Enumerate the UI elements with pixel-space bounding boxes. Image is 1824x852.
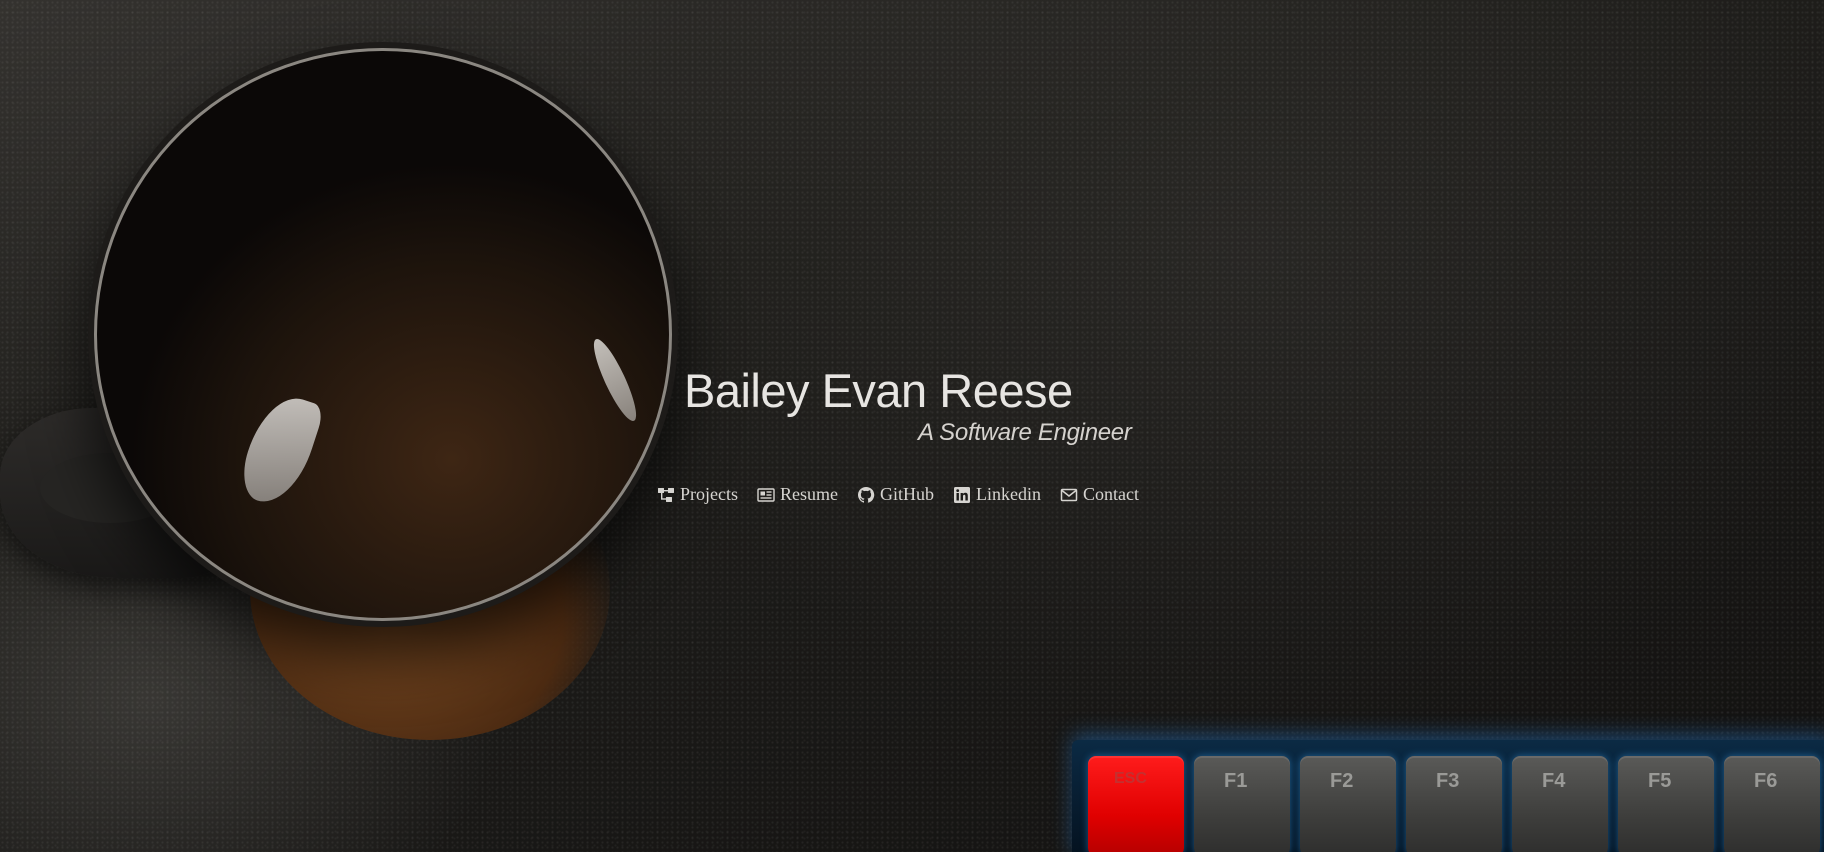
nav-link-resume[interactable]: Resume — [757, 484, 838, 505]
github-icon — [857, 486, 875, 504]
tagline: A Software Engineer — [918, 419, 1132, 446]
nav-link-github[interactable]: GitHub — [857, 484, 934, 505]
newspaper-icon — [757, 486, 775, 504]
social-nav: Projects Resume GitHub Linkedin Contact — [657, 484, 1139, 505]
nav-link-projects[interactable]: Projects — [657, 484, 738, 505]
linkedin-icon — [953, 486, 971, 504]
nav-label-linkedin: Linkedin — [976, 484, 1041, 504]
nav-label-contact: Contact — [1083, 484, 1139, 504]
sitemap-icon — [657, 486, 675, 504]
intro-block: Bailey Evan Reese A Software Engineer Pr… — [0, 0, 1824, 852]
nav-label-projects: Projects — [680, 484, 738, 504]
page-title: Bailey Evan Reese — [684, 364, 1073, 417]
nav-link-contact[interactable]: Contact — [1060, 484, 1139, 505]
nav-label-resume: Resume — [780, 484, 838, 504]
envelope-icon — [1060, 486, 1078, 504]
nav-label-github: GitHub — [880, 484, 934, 504]
nav-link-linkedin[interactable]: Linkedin — [953, 484, 1041, 505]
hero-background: ESC F1 F2 F3 F4 F5 F6 Bailey Evan Reese … — [0, 0, 1824, 852]
